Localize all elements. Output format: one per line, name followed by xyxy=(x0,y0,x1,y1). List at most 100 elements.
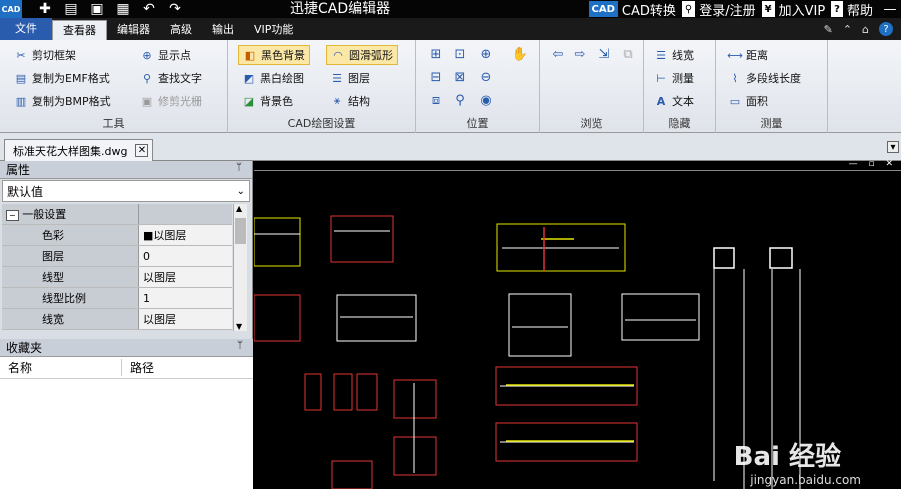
trim-raster-button[interactable]: ▣ 修剪光栅 xyxy=(140,91,202,111)
background-color-button[interactable]: ◪ 背景色 xyxy=(242,91,293,111)
line-width-button[interactable]: ☰ 线宽 xyxy=(654,45,694,65)
save-as-icon[interactable]: ▦ xyxy=(114,1,132,17)
hide-measure-label: 测量 xyxy=(672,72,694,85)
prop-value: 0 xyxy=(139,246,232,266)
minimize-icon[interactable]: — xyxy=(879,2,901,17)
distance-label: 距离 xyxy=(746,49,768,62)
arrow-right-icon[interactable]: ⇨ xyxy=(572,46,588,62)
bw-drawing-button[interactable]: ◩ 黑白绘图 xyxy=(242,68,304,88)
hide-measure-button[interactable]: ⊢ 测量 xyxy=(654,68,694,88)
new-icon[interactable]: ✚ xyxy=(36,1,54,17)
cad-settings-group: ◧ 黑色背景 ◩ 黑白绘图 ◪ 背景色 ◠ 圆滑弧形 ☰ 图层 ⚹ 结构 CAD… xyxy=(228,40,416,133)
zoom-out-icon[interactable]: ⊖ xyxy=(478,69,494,85)
zoom-in-icon[interactable]: ⊕ xyxy=(478,46,494,62)
zoom-prev-icon[interactable]: ⧈ xyxy=(428,92,444,108)
properties-title: 属性 xyxy=(6,163,31,177)
orbit-icon[interactable]: ◉ xyxy=(478,92,494,108)
help-button[interactable]: ? 帮助 xyxy=(831,0,873,19)
text-button[interactable]: A 文本 xyxy=(654,91,694,111)
tab-advanced[interactable]: 高级 xyxy=(160,20,202,40)
edit-icon[interactable]: ✎ xyxy=(824,23,833,36)
scroll-down-icon[interactable]: ▼ xyxy=(236,322,242,331)
info-icon[interactable]: ? xyxy=(879,22,893,36)
fit-icon[interactable]: ⊟ xyxy=(428,69,444,85)
show-points-button[interactable]: ⊕ 显示点 xyxy=(140,45,191,65)
category-row[interactable]: − 一般设置 xyxy=(2,204,232,225)
cad-convert-label: CAD转换 xyxy=(621,3,676,19)
chevron-down-icon[interactable]: ▾ xyxy=(887,141,899,153)
table-row[interactable]: 线型 以图层 xyxy=(2,267,232,288)
properties-scrollbar[interactable]: ▲ ▼ xyxy=(233,204,247,331)
collapse-icon[interactable]: ⌃ xyxy=(843,23,852,36)
col-path-header[interactable]: 路径 xyxy=(122,359,154,376)
tab-vip[interactable]: VIP功能 xyxy=(244,20,303,40)
table-row[interactable]: 线型比例 1 xyxy=(2,288,232,309)
emf-icon: ▤ xyxy=(15,71,27,85)
tools-group-label: 工具 xyxy=(102,117,125,130)
browse-group: ⇦ ⇨ ⇲ ⧉ 浏览 xyxy=(540,40,644,133)
cad-convert-button[interactable]: CAD CAD转换 xyxy=(588,0,676,19)
login-button[interactable]: ⚲ 登录/注册 xyxy=(681,0,756,19)
tab-editor[interactable]: 编辑器 xyxy=(107,20,160,40)
copy-emf-button[interactable]: ▤ 复制为EMF格式 xyxy=(14,68,110,88)
zoom-real-icon[interactable]: ⚲ xyxy=(452,92,468,108)
position-group: ⊞ ⊡ ⊕ ✋ ⊟ ⊠ ⊖ ⧈ ⚲ ◉ 位置 xyxy=(416,40,540,133)
pan-window-icon[interactable]: ⊞ xyxy=(428,46,444,62)
cut-frame-button[interactable]: ✂ 剪切框架 xyxy=(14,45,76,65)
find-text-button[interactable]: ⚲ 查找文字 xyxy=(140,68,202,88)
extents-icon[interactable]: ⊠ xyxy=(452,69,468,85)
favorites-title: 收藏夹 xyxy=(6,341,43,355)
close-icon[interactable]: ✕ xyxy=(135,144,149,157)
open-icon[interactable]: ▤ xyxy=(62,1,80,17)
file-menu[interactable]: 文件 xyxy=(0,18,52,40)
layers-button[interactable]: ☰ 图层 xyxy=(330,68,370,88)
redo-icon[interactable]: ↷ xyxy=(166,1,184,17)
structure-button[interactable]: ⚹ 结构 xyxy=(330,91,370,111)
tab-output[interactable]: 输出 xyxy=(202,20,244,40)
browse-label: 浏览 xyxy=(580,117,603,130)
drawing-frames xyxy=(254,215,700,489)
polyline-length-button[interactable]: ⌇ 多段线长度 xyxy=(728,68,801,88)
home-icon[interactable]: ⌂ xyxy=(862,23,869,36)
raster-icon: ▣ xyxy=(141,94,153,108)
favorites-header: 收藏夹 ᛘ xyxy=(0,339,253,357)
document-tab[interactable]: 标准天花大样图集.dwg ✕ xyxy=(4,139,154,161)
black-background-button[interactable]: ◧ 黑色背景 xyxy=(238,45,310,65)
properties-table: − 一般设置 色彩 ■以图层 图层 0 线型 以图层 线型比例 1 线宽 以图层 xyxy=(2,204,232,330)
hand-icon[interactable]: ✋ xyxy=(512,46,528,62)
table-row[interactable]: 线宽 以图层 xyxy=(2,309,232,330)
area-button[interactable]: ▭ 面积 xyxy=(728,91,768,111)
drawing-canvas[interactable]: — ▫ ✕ Bai 经验 jingyan.baidu.com xyxy=(254,159,901,489)
frame xyxy=(356,373,378,411)
frame xyxy=(331,460,373,489)
col-name-header[interactable]: 名称 xyxy=(0,359,122,376)
polyline-icon: ⌇ xyxy=(732,71,738,85)
category-cell: − 一般设置 xyxy=(2,204,139,224)
pin-icon[interactable]: ᛘ xyxy=(237,340,243,351)
baidu-logo: Bai 经验 xyxy=(733,442,841,472)
smooth-arc-button[interactable]: ◠ 圆滑弧形 xyxy=(326,45,398,65)
tab-viewer[interactable]: 查看器 xyxy=(52,20,107,40)
scissors-icon: ✂ xyxy=(16,48,26,62)
distance-button[interactable]: ⟷ 距离 xyxy=(727,45,768,65)
frame xyxy=(336,294,417,342)
collapse-icon[interactable]: − xyxy=(6,210,19,221)
properties-select[interactable]: 默认值 ⌄ xyxy=(2,180,250,202)
pin-icon[interactable]: ᛘ xyxy=(236,162,242,173)
export-icon[interactable]: ⇲ xyxy=(596,46,612,62)
arrow-left-icon[interactable]: ⇦ xyxy=(550,46,566,62)
table-row[interactable]: 图层 0 xyxy=(2,246,232,267)
zoom-window-icon[interactable]: ⊡ xyxy=(452,46,468,62)
table-row[interactable]: 色彩 ■以图层 xyxy=(2,225,232,246)
save-icon[interactable]: ▣ xyxy=(88,1,106,17)
scroll-up-icon[interactable]: ▲ xyxy=(236,204,242,213)
vip-button[interactable]: ¥ 加入VIP xyxy=(761,0,825,19)
distance-icon: ⟷ xyxy=(727,48,743,62)
scroll-thumb[interactable] xyxy=(235,218,246,244)
copy-icon[interactable]: ⧉ xyxy=(620,46,636,62)
ribbon: ✂ 剪切框架 ▤ 复制为EMF格式 ▥ 复制为BMP格式 ⊕ 显示点 ⚲ 查找文… xyxy=(0,40,901,133)
category-value xyxy=(139,204,232,224)
copy-bmp-button[interactable]: ▥ 复制为BMP格式 xyxy=(14,91,111,111)
properties-header: 属性 ᛘ xyxy=(0,161,252,179)
undo-icon[interactable]: ↶ xyxy=(140,1,158,17)
